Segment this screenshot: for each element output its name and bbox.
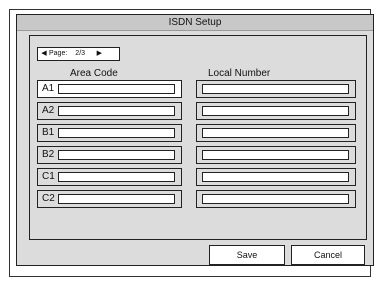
row-a2-area[interactable]: A2 — [37, 102, 182, 120]
row-label: B2 — [42, 149, 55, 160]
local-number-field[interactable] — [202, 194, 349, 204]
row-a1-local — [196, 80, 356, 98]
triangle-left-icon[interactable]: ◀ — [40, 48, 48, 60]
local-number-field[interactable] — [202, 106, 349, 116]
row-c2-area[interactable]: C2 — [37, 190, 182, 208]
button-bar: Save Cancel — [17, 241, 373, 266]
row-b2-local — [196, 146, 356, 164]
row-label: A2 — [42, 105, 55, 116]
isdn-setup-dialog: ISDN Setup ◀ Page: 2/3 ▶ Area Code Local… — [16, 14, 374, 266]
row-c1-local — [196, 168, 356, 186]
area-code-header: Area Code — [70, 68, 118, 79]
area-code-field[interactable] — [58, 106, 175, 116]
local-number-field[interactable] — [202, 84, 349, 94]
page-selector[interactable]: ◀ Page: 2/3 ▶ — [37, 47, 120, 61]
row-b2-area[interactable]: B2 — [37, 146, 182, 164]
row-c2-local — [196, 190, 356, 208]
row-label: A1 — [42, 83, 55, 94]
cancel-button[interactable]: Cancel — [291, 245, 365, 265]
page-value: 2/3 — [75, 50, 86, 57]
row-c1-area[interactable]: C1 — [37, 168, 182, 186]
window-title: ISDN Setup — [17, 15, 373, 31]
row-label: C1 — [42, 171, 55, 182]
settings-panel: ◀ Page: 2/3 ▶ Area Code Local Number A1 … — [29, 35, 367, 240]
row-label: B1 — [42, 127, 55, 138]
area-code-field[interactable] — [58, 128, 175, 138]
local-number-header: Local Number — [208, 68, 271, 79]
local-number-field[interactable] — [202, 128, 349, 138]
page-label: Page: — [49, 50, 68, 57]
row-b1-local — [196, 124, 356, 142]
area-code-field[interactable] — [58, 194, 175, 204]
row-b1-area[interactable]: B1 — [37, 124, 182, 142]
row-label: C2 — [42, 193, 55, 204]
area-code-field[interactable] — [58, 150, 175, 160]
save-button[interactable]: Save — [209, 245, 285, 265]
local-number-field[interactable] — [202, 172, 349, 182]
local-number-field[interactable] — [202, 150, 349, 160]
triangle-right-icon[interactable]: ▶ — [95, 48, 103, 60]
row-a1-area[interactable]: A1 — [37, 80, 182, 98]
area-code-field[interactable] — [58, 84, 175, 94]
area-code-field[interactable] — [58, 172, 175, 182]
row-a2-local — [196, 102, 356, 120]
